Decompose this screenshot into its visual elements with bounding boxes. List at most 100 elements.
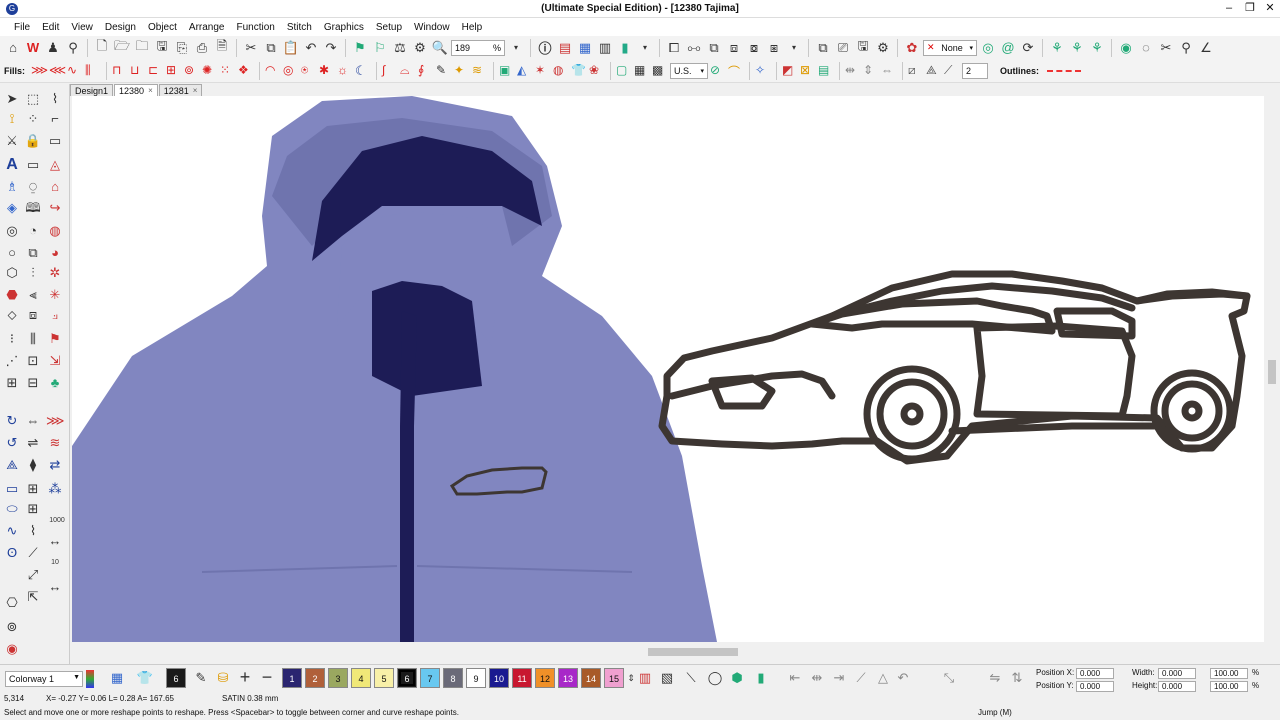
machine-icon[interactable]: ⎚ — [834, 39, 852, 57]
sun-fill-icon[interactable]: ☼ — [337, 63, 353, 79]
tree-icon[interactable]: ♣ — [46, 374, 64, 392]
tab-design1[interactable]: Design1 — [70, 84, 114, 96]
print-preview-icon[interactable]: 🗎 — [213, 38, 231, 57]
thread-swatch[interactable]: 3 — [328, 668, 348, 688]
add-color-icon[interactable]: + — [236, 667, 254, 687]
align-icon[interactable]: ⇔ — [881, 63, 897, 79]
book-icon[interactable]: 🕮 — [24, 199, 42, 217]
intersect-icon[interactable]: ⧇ — [745, 39, 763, 57]
width-input[interactable]: 0.000 — [1158, 668, 1196, 679]
array-icon[interactable]: ⁂ — [46, 480, 64, 498]
width-arrows-icon[interactable]: ↔ — [46, 578, 64, 596]
arc-fill-icon[interactable]: ◠ — [265, 63, 281, 79]
measure-icon[interactable]: ⚖ — [391, 39, 409, 57]
contour-fill-icon[interactable]: ⊏ — [148, 63, 164, 79]
dots-fill-icon[interactable]: ⁙ — [220, 63, 236, 79]
color-wheel-icon[interactable]: ✿ — [903, 39, 921, 57]
border-icon[interactable]: ▢ — [616, 63, 632, 79]
fill-tool-icon[interactable]: ⧫ — [24, 456, 42, 474]
fabric-library-icon[interactable]: ▥ — [636, 669, 654, 687]
fold-icon[interactable]: ⟓ — [46, 306, 64, 324]
photo-icon[interactable]: ▣ — [499, 63, 515, 79]
lock-icon[interactable]: 🔒 — [24, 132, 42, 150]
close-icon[interactable]: × — [193, 86, 198, 95]
spiral-icon[interactable]: @ — [999, 39, 1017, 57]
point-icon[interactable]: ⁘ — [24, 110, 42, 128]
group-icon[interactable]: ⧠ — [665, 39, 683, 57]
zoom-combo[interactable]: 189 % — [451, 39, 505, 56]
radial-fill-icon[interactable]: ◎ — [283, 63, 299, 79]
rotate-cw-icon[interactable]: ↻ — [3, 412, 21, 430]
menu-view[interactable]: View — [65, 22, 99, 33]
export-icon[interactable]: ⎘ — [173, 39, 191, 57]
split-tool-icon[interactable]: ⫶ — [24, 264, 42, 282]
hoop-icon[interactable]: ⧉ — [814, 39, 832, 57]
zoom-icon[interactable]: 🔍 — [431, 39, 449, 57]
design-canvas[interactable] — [72, 96, 1264, 642]
vertical-scroll-thumb[interactable] — [1268, 360, 1276, 384]
combine-icon[interactable]: ⧆ — [765, 39, 783, 57]
thread-swatch[interactable]: 8 — [443, 668, 463, 688]
thread-swatch[interactable]: 11 — [512, 668, 532, 688]
disk-icon[interactable]: 🖫 — [854, 38, 872, 57]
fabric-icon[interactable]: ▤ — [818, 63, 834, 79]
trapunto-icon[interactable]: ◩ — [782, 63, 798, 79]
feather-fill-icon[interactable]: ∫ — [382, 63, 398, 79]
nudge-icon[interactable]: ⇱ — [24, 588, 42, 606]
thread-swatch[interactable]: 14 — [581, 668, 601, 688]
crop-icon[interactable]: ⟁ — [926, 63, 942, 79]
minimize-button[interactable]: – — [1222, 1, 1236, 16]
knife-tool-icon[interactable]: ⚔ — [3, 132, 21, 150]
chain-icon[interactable]: ⊘ — [710, 63, 726, 79]
effects-icon[interactable]: ✧ — [755, 63, 771, 79]
marquee-icon[interactable]: ⬚ — [24, 90, 42, 108]
close-icon[interactable]: × — [148, 86, 153, 95]
multi-grid-icon[interactable]: ⊞ — [24, 500, 42, 518]
chevron-down-icon[interactable]: ▾ — [785, 39, 803, 57]
tatami-fill-icon[interactable]: ⊓ — [112, 63, 128, 79]
menu-graphics[interactable]: Graphics — [318, 22, 370, 33]
satin-fill-icon[interactable]: ⋙ — [31, 63, 48, 79]
cut-icon[interactable]: ✂ — [242, 39, 260, 57]
spiral-fill-icon[interactable]: ⍟ — [301, 63, 317, 79]
cut-tool-icon[interactable]: ⫷ — [24, 286, 42, 304]
arc-tool-icon[interactable]: ◬ — [46, 156, 64, 174]
tie-icon[interactable]: ⚙ — [411, 39, 429, 57]
spacing-arrows-icon[interactable]: ↔ — [46, 532, 64, 550]
open-recent-icon[interactable]: 🗀 — [133, 38, 151, 57]
rotate-ccw-icon[interactable]: ↺ — [3, 434, 21, 452]
height-input[interactable]: 0.000 — [1158, 681, 1196, 692]
chevron-down-icon[interactable]: ▾ — [636, 39, 654, 57]
ring-fill-icon[interactable]: ⊚ — [184, 63, 200, 79]
pen-icon[interactable]: ✎ — [436, 63, 452, 79]
menu-window[interactable]: Window — [408, 22, 456, 33]
table-tool-icon[interactable]: ⊟ — [24, 374, 42, 392]
hoop-tool-icon[interactable]: ⎔ — [3, 594, 21, 612]
outline-style-swatch[interactable] — [1047, 69, 1082, 72]
starfish-icon[interactable]: ✶ — [535, 63, 551, 79]
balloon-icon[interactable]: ♟ — [44, 39, 62, 57]
menu-stitch[interactable]: Stitch — [281, 22, 318, 33]
moon-icon[interactable]: ☾ — [355, 63, 371, 79]
distribute-icon[interactable]: ⧈ — [24, 306, 42, 324]
undo-icon[interactable]: ↶ — [302, 39, 320, 57]
emboss-icon[interactable]: ≋ — [472, 63, 488, 79]
none-combo[interactable]: ✕ None ▾ — [923, 39, 977, 56]
box-tool-icon[interactable]: ⊡ — [24, 352, 42, 370]
spin-input[interactable]: 2 — [962, 62, 989, 79]
weave-fill-icon[interactable]: ⊞ — [166, 63, 182, 79]
spool-icon[interactable]: ▮ — [752, 669, 770, 687]
pin-icon[interactable]: ⚲ — [64, 39, 82, 57]
column-tool-icon[interactable]: ⫼ — [24, 330, 42, 348]
target-icon[interactable]: ◎ — [979, 39, 997, 57]
gear-fill-icon[interactable]: ✺ — [202, 63, 218, 79]
stitch-player-icon[interactable]: ⚑ — [351, 39, 369, 57]
thread-swatch[interactable]: 5 — [374, 668, 394, 688]
current-thread-swatch[interactable]: 6 — [166, 668, 186, 688]
copy-icon[interactable]: ⧉ — [262, 39, 280, 57]
dotted-line-icon[interactable]: ⋰ — [3, 352, 21, 370]
angle-icon[interactable]: ∠ — [1197, 39, 1215, 57]
diamond-tool-icon[interactable]: ⬦ — [3, 306, 21, 324]
repeat-icon[interactable]: ⊞ — [24, 480, 42, 498]
arch-icon[interactable]: ⌒ — [728, 63, 744, 79]
